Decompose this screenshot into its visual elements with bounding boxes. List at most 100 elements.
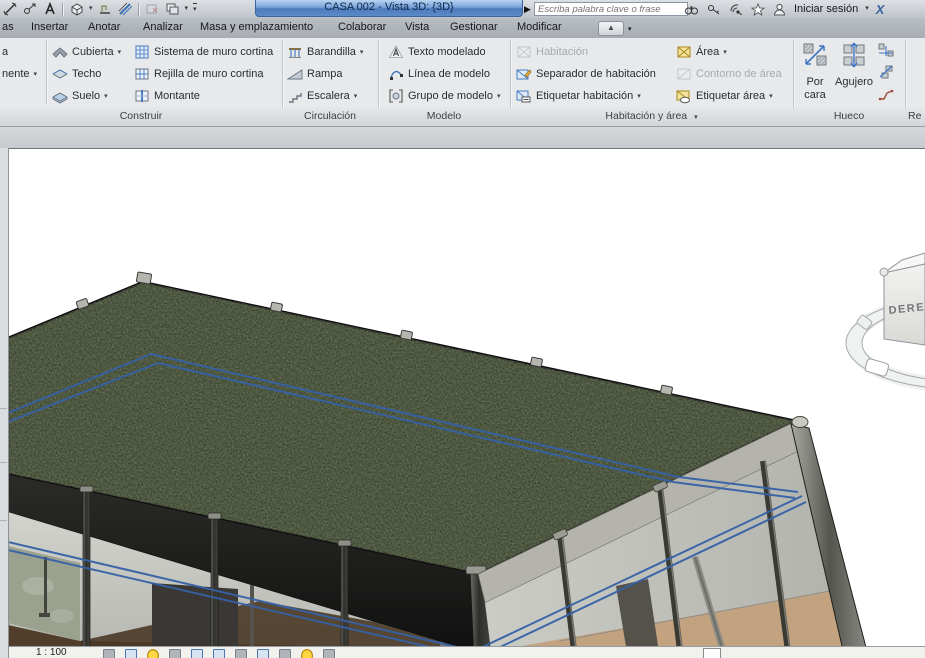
rampa-button[interactable]: Rampa [287, 64, 342, 84]
linea-modelo-button[interactable]: Línea de modelo [388, 64, 490, 84]
grupo-modelo-button[interactable]: Grupo de modelo ▾ [388, 86, 501, 106]
default-3d-view-icon[interactable] [69, 2, 84, 17]
view-control-bar[interactable]: 1 : 100 [8, 646, 925, 658]
tab-sistemas-partial[interactable]: as [2, 21, 14, 33]
techo-icon [52, 66, 68, 82]
hueco-buhardilla-button[interactable] [878, 84, 898, 104]
text-tool-icon[interactable] [42, 2, 57, 17]
separador-habitacion-button[interactable]: Separador de habitación [516, 64, 656, 84]
cubierta-label: Cubierta [72, 46, 114, 58]
sistema-muro-cortina-button[interactable]: Sistema de muro cortina [134, 42, 273, 62]
tab-gestionar[interactable]: Gestionar [450, 21, 498, 33]
tab-analizar[interactable]: Analizar [143, 21, 183, 33]
etiquetar-habitacion-button[interactable]: Etiquetar habitación ▾ [516, 86, 641, 106]
hueco-agujero-button[interactable]: Agujero [836, 42, 872, 104]
signin-dropdown-arrow-icon[interactable]: ▾ [865, 4, 869, 14]
panel-construir[interactable]: Construir [0, 110, 282, 122]
rampa-icon [287, 66, 303, 82]
drawing-area[interactable]: DERECHA 1 : 100 [8, 148, 925, 658]
panel-hueco[interactable]: Hueco [793, 110, 905, 122]
panel-circulacion[interactable]: Circulación [282, 110, 378, 122]
search-binoculars-icon[interactable] [684, 2, 699, 17]
escalera-icon [287, 88, 303, 104]
show-crop-region-icon[interactable] [235, 649, 247, 658]
panel-referencia-partial[interactable]: Re [908, 110, 925, 122]
shadows-icon[interactable] [169, 649, 181, 658]
montante-icon [134, 88, 150, 104]
contorno-area-label: Contorno de área [696, 68, 782, 80]
signin-button[interactable]: Iniciar sesión [794, 3, 858, 15]
tab-vista[interactable]: Vista [405, 21, 429, 33]
thin-lines-icon[interactable] [118, 2, 133, 17]
switch-windows-arrow-icon[interactable]: ▾ [185, 4, 189, 14]
hueco-muro-button[interactable] [878, 40, 898, 60]
ribbon-minimize-arrow-icon[interactable]: ▾ [628, 25, 632, 33]
cubierta-button[interactable]: Cubierta ▾ [52, 42, 121, 62]
analytical-model-icon[interactable] [323, 649, 335, 658]
rampa-label: Rampa [307, 68, 342, 80]
tab-masa-y-emplazamiento[interactable]: Masa y emplazamiento [200, 21, 313, 33]
partial-button-ventana[interactable]: a [2, 42, 8, 62]
unlock-view-icon[interactable] [257, 649, 269, 658]
measure-icon[interactable] [2, 2, 17, 17]
infocenter-toggle-icon[interactable]: ▶ [524, 4, 531, 15]
properties-palette-edge[interactable] [0, 148, 9, 658]
view-scale-button[interactable]: 1 : 100 [36, 647, 67, 658]
visual-style-icon[interactable] [125, 649, 137, 658]
radial-dimension-icon[interactable] [22, 2, 37, 17]
tab-insertar[interactable]: Insertar [31, 21, 68, 33]
dropdown-arrow-icon: ▾ [104, 92, 108, 100]
ribbon-minimize-button[interactable]: ▲ [598, 21, 624, 36]
exchange-apps-icon[interactable]: X [876, 2, 885, 17]
tab-anotar[interactable]: Anotar [88, 21, 120, 33]
crop-view-icon[interactable] [213, 649, 225, 658]
rendering-icon[interactable] [191, 649, 203, 658]
viewcube[interactable]: DERECHA [846, 253, 925, 389]
view-dropdown-arrow-icon[interactable]: ▾ [89, 4, 93, 14]
temporary-hide-icon[interactable] [279, 649, 291, 658]
hueco-vertical-icon [878, 64, 894, 80]
tab-colaborar[interactable]: Colaborar [338, 21, 386, 33]
hueco-por-cara-button[interactable]: Por cara [797, 42, 833, 104]
etiquetar-area-button[interactable]: Etiquetar área ▾ [676, 86, 773, 106]
barandilla-label: Barandilla [307, 46, 356, 58]
tab-modificar[interactable]: Modificar [517, 21, 562, 33]
partial-button-componente[interactable]: nente ▾ [2, 64, 37, 84]
texto-modelado-button[interactable]: Texto modelado [388, 42, 486, 62]
area-button[interactable]: Área ▾ [676, 42, 727, 62]
sun-path-icon[interactable] [147, 649, 159, 658]
3d-view[interactable]: DERECHA [8, 149, 925, 658]
linea-modelo-label: Línea de modelo [408, 68, 490, 80]
area-label: Área [696, 46, 719, 58]
ribbon-tab-row: as Insertar Anotar Analizar Masa y empla… [0, 18, 925, 38]
dropdown-arrow-icon: ▾ [354, 92, 358, 100]
suelo-button[interactable]: Suelo ▾ [52, 86, 108, 106]
montante-label: Montante [154, 90, 200, 102]
compass-label-marker[interactable] [864, 358, 889, 377]
rejilla-muro-cortina-button[interactable]: Rejilla de muro cortina [134, 64, 263, 84]
detail-level-icon[interactable] [103, 649, 115, 658]
techo-button[interactable]: Techo [52, 64, 101, 84]
favorites-star-icon[interactable] [750, 2, 765, 17]
etiquetar-area-label: Etiquetar área [696, 90, 765, 102]
subscription-key-icon[interactable] [706, 2, 721, 17]
signin-person-icon[interactable] [772, 2, 787, 17]
panel-modelo[interactable]: Modelo [378, 110, 510, 122]
partial-label: a [2, 46, 8, 58]
viewcube-corner[interactable] [880, 268, 888, 276]
panel-dropdown-arrow-icon: ▾ [694, 114, 698, 121]
section-icon[interactable] [98, 2, 113, 17]
montante-button[interactable]: Montante [134, 86, 200, 106]
escalera-button[interactable]: Escalera ▾ [287, 86, 357, 106]
barandilla-button[interactable]: Barandilla ▾ [287, 42, 363, 62]
customize-qat-icon[interactable]: ▾ [193, 3, 197, 15]
hueco-vertical-button[interactable] [878, 62, 898, 82]
reveal-hidden-icon[interactable] [301, 649, 313, 658]
selection-grip[interactable] [703, 648, 721, 658]
panel-separator [46, 40, 48, 104]
switch-windows-icon[interactable] [165, 2, 180, 17]
search-input[interactable] [534, 2, 688, 16]
panel-habitacion-y-area[interactable]: Habitación y área ▾ [510, 110, 793, 122]
agujero-icon [841, 42, 867, 76]
communication-center-icon[interactable] [728, 2, 743, 17]
